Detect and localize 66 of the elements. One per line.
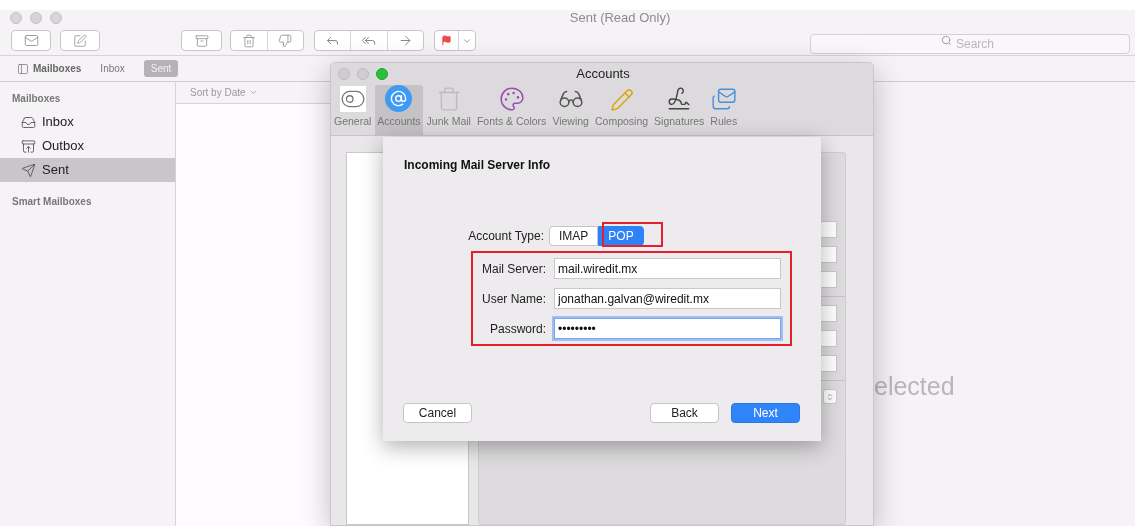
stepper[interactable]: [823, 389, 837, 404]
archive-box-icon: [194, 33, 209, 48]
compose-button[interactable]: [60, 30, 100, 51]
flag-icon: [441, 35, 452, 46]
input-field[interactable]: mail.wiredit.mx: [554, 258, 781, 279]
up-down-chevron-icon: [826, 392, 834, 401]
zoom-button[interactable]: [376, 68, 388, 80]
envelope-icon: [23, 33, 39, 48]
field-label: Account Type:: [467, 228, 545, 245]
preferences-tab[interactable]: Composing: [592, 85, 651, 135]
mailbox-label: Sent: [42, 161, 69, 180]
preferences-tab[interactable]: Viewing: [550, 85, 591, 135]
mailbox-label: Outbox: [42, 137, 84, 156]
palette-icon: [498, 86, 525, 113]
dialog-button[interactable]: Back: [650, 403, 719, 423]
preferences-tab[interactable]: Accounts: [375, 85, 423, 135]
thumbs-down-icon: [278, 33, 293, 48]
tray-icon: [21, 114, 36, 130]
favorites-item[interactable]: Sent: [143, 60, 179, 77]
input-field[interactable]: jonathan.galvan@wiredit.mx: [554, 288, 781, 309]
highlight-frame: [602, 222, 663, 247]
favorites-item[interactable]: Inbox: [93, 60, 132, 77]
empty-viewer-text: elected: [874, 372, 955, 400]
preferences-tab[interactable]: Signatures: [652, 85, 707, 135]
caret-icon: [248, 88, 258, 97]
section-heading: Smart Mailboxes: [11, 195, 93, 209]
mailboxes-toggle[interactable]: Mailboxes: [17, 61, 82, 76]
dialog-button[interactable]: Next: [731, 403, 800, 423]
mailbox-item[interactable]: Sent: [0, 158, 175, 182]
pencil-icon: [609, 88, 634, 113]
preferences-tab[interactable]: General: [332, 85, 374, 135]
sidebar-icon: [17, 62, 29, 75]
field-label: User Name:: [481, 290, 546, 308]
sheet-title: Incoming Mail Server Info: [403, 157, 552, 174]
window-title: Sent (Read Only): [568, 9, 672, 28]
sort-menu[interactable]: Sort by Date: [190, 85, 258, 100]
field-label: Mail Server:: [481, 260, 546, 278]
archive-button[interactable]: [181, 30, 222, 51]
paper-plane-icon: [21, 162, 36, 178]
segment-option[interactable]: IMAP: [549, 226, 599, 246]
preferences-tab[interactable]: Junk Mail: [424, 85, 473, 135]
close-button[interactable]: [338, 68, 350, 80]
get-mail-button[interactable]: [11, 30, 51, 51]
section-heading: Mailboxes: [11, 92, 62, 106]
outbox-tray-icon: [21, 138, 36, 154]
search-icon: [941, 34, 952, 46]
input-field[interactable]: •••••••••: [554, 318, 781, 339]
minimize-button[interactable]: [30, 12, 42, 24]
dialog-button[interactable]: Cancel: [403, 403, 472, 423]
minimize-button[interactable]: [357, 68, 369, 80]
compose-icon: [73, 33, 87, 48]
preferences-tab[interactable]: Fonts & Colors: [474, 85, 549, 135]
mailbox-item[interactable]: Inbox: [0, 110, 175, 134]
mailbox-label: Inbox: [42, 113, 74, 132]
mailbox-item[interactable]: Outbox: [0, 134, 175, 158]
switch-icon: [339, 86, 366, 113]
right-arrow-icon: [397, 33, 413, 48]
search-field[interactable]: Search: [810, 33, 1130, 54]
trash-icon: [241, 33, 256, 48]
at-sign-icon: [385, 85, 413, 113]
close-button[interactable]: [10, 12, 22, 24]
segment-option[interactable]: POP: [598, 226, 644, 246]
preferences-tab[interactable]: Rules: [708, 85, 740, 135]
zoom-button[interactable]: [50, 12, 62, 24]
field-label: Password:: [488, 320, 546, 338]
window-title: Accounts: [575, 65, 631, 84]
